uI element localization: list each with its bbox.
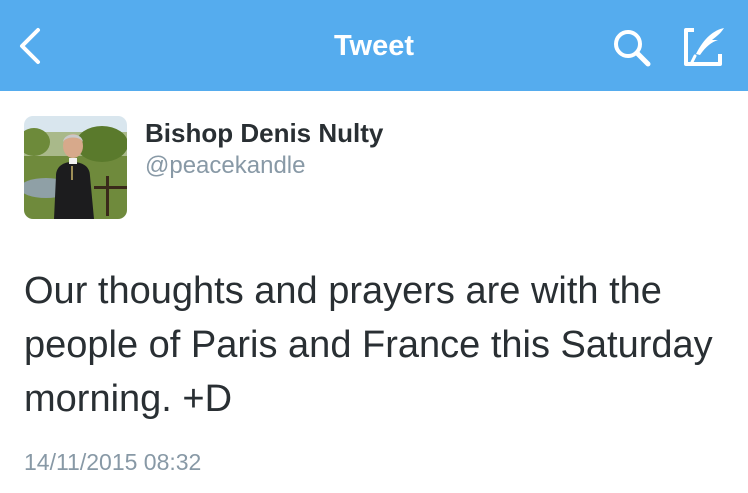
tweet-timestamp: 14/11/2015 08:32 <box>24 449 202 475</box>
tweet-detail-screen: Tweet Bishop Denis Nulty @peacekandle Ou… <box>0 0 748 493</box>
tweet-text: Our thoughts and prayers are with the pe… <box>24 270 713 420</box>
author-name[interactable]: Bishop Denis Nulty <box>145 116 383 150</box>
author-handle[interactable]: @peacekandle <box>145 150 305 182</box>
avatar[interactable] <box>24 116 127 219</box>
compose-button[interactable] <box>680 24 728 70</box>
compose-icon <box>684 28 724 66</box>
profile-photo <box>24 116 127 219</box>
search-icon <box>614 30 651 67</box>
navigation-bar: Tweet <box>0 0 748 91</box>
search-button[interactable] <box>608 26 656 70</box>
